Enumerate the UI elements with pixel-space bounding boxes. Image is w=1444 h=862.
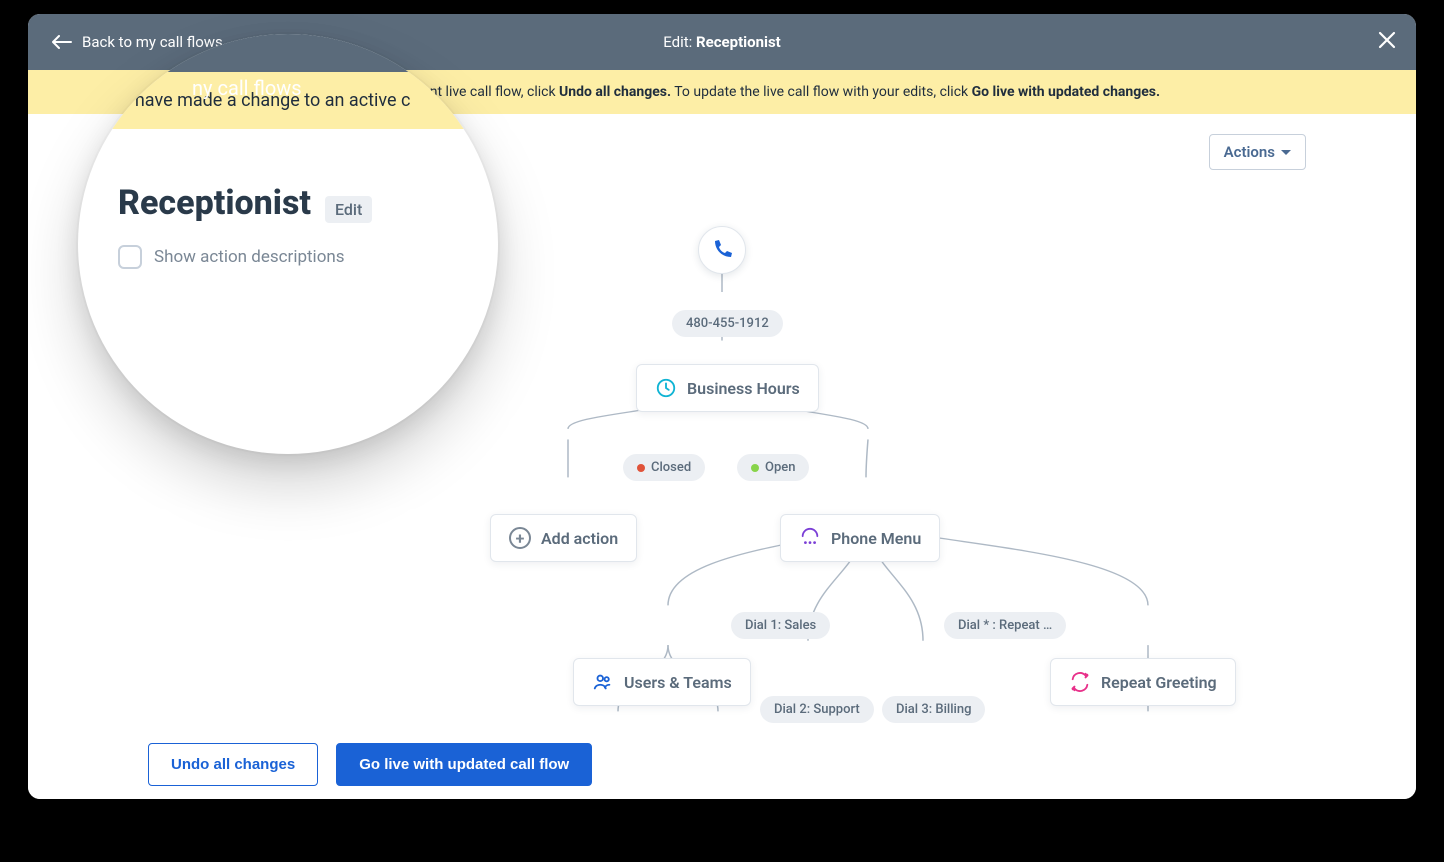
- flow-title: Receptionist: [118, 183, 311, 223]
- chevron-down-icon: [1281, 150, 1291, 155]
- undo-all-button[interactable]: Undo all changes: [148, 743, 318, 786]
- footer-bar: Undo all changes Go live with updated ca…: [28, 729, 1416, 799]
- phone-number-pill[interactable]: 480-455-1912: [672, 310, 783, 337]
- go-live-button[interactable]: Go live with updated call flow: [336, 743, 592, 786]
- edit-title-button[interactable]: Edit: [325, 196, 372, 223]
- business-hours-node[interactable]: Business Hours: [636, 364, 819, 412]
- closed-branch[interactable]: Closed: [623, 454, 705, 481]
- plus-icon: +: [509, 527, 531, 549]
- dial-star-branch[interactable]: Dial * : Repeat …: [944, 612, 1066, 639]
- close-button[interactable]: [1378, 30, 1396, 55]
- open-branch[interactable]: Open: [737, 454, 809, 481]
- start-node[interactable]: [698, 226, 746, 274]
- page-title: Edit: Receptionist: [663, 33, 781, 51]
- dial-1-branch[interactable]: Dial 1: Sales: [731, 612, 830, 639]
- magnifier-lens: ny call flows You have made a change to …: [78, 34, 498, 454]
- repeat-greeting-node[interactable]: Repeat Greeting: [1050, 658, 1236, 706]
- dial-2-branch[interactable]: Dial 2: Support: [760, 696, 874, 723]
- users-teams-node[interactable]: Users & Teams: [573, 658, 751, 706]
- status-dot-open: [751, 464, 759, 472]
- phone-icon: [710, 238, 734, 262]
- lens-back-fragment: ny call flows: [158, 42, 302, 100]
- app-frame: Back to my call flows Edit: Receptionist…: [28, 14, 1416, 799]
- users-icon: [592, 671, 614, 693]
- repeat-icon: [1069, 671, 1091, 693]
- show-descriptions-checkbox[interactable]: [118, 245, 142, 269]
- add-action-node[interactable]: + Add action: [490, 514, 637, 562]
- ivr-icon: [799, 527, 821, 549]
- show-descriptions-label: Show action descriptions: [154, 247, 345, 267]
- status-dot-closed: [637, 464, 645, 472]
- clock-icon: [655, 377, 677, 399]
- arrow-left-icon: [52, 35, 72, 49]
- close-icon: [1378, 31, 1396, 49]
- dial-3-branch[interactable]: Dial 3: Billing: [882, 696, 985, 723]
- phone-menu-node[interactable]: Phone Menu: [780, 514, 940, 562]
